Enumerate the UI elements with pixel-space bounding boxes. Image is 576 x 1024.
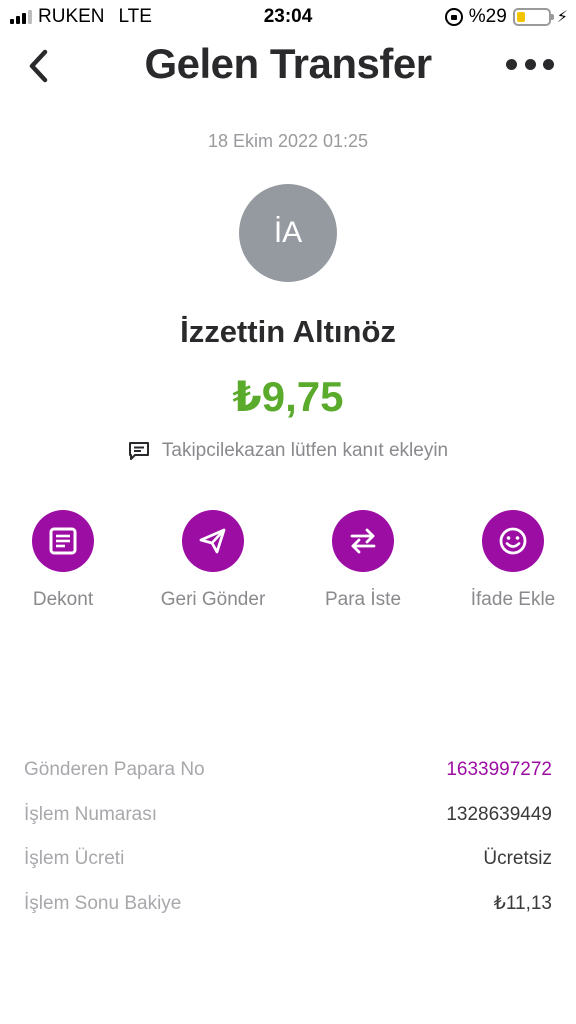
more-dot bbox=[543, 58, 554, 70]
detail-row-balance: İşlem Sonu Bakiye ₺11,13 bbox=[24, 882, 552, 927]
comment-icon bbox=[128, 442, 149, 460]
nav-bar: Gelen Transfer bbox=[0, 38, 576, 94]
sender-name: İzzettin Altınöz bbox=[180, 314, 396, 349]
request-money-button[interactable]: Para İste bbox=[293, 510, 433, 611]
request-money-button-circle[interactable] bbox=[332, 510, 394, 572]
transaction-details: Gönderen Papara No 1633997272 İşlem Numa… bbox=[24, 748, 552, 926]
battery-icon bbox=[512, 8, 554, 26]
transaction-date: 18 Ekim 2022 01:25 bbox=[207, 131, 369, 151]
status-right: %29 ⚡ bbox=[444, 6, 568, 28]
send-icon bbox=[199, 528, 226, 554]
send-back-button[interactable]: Geri Gönder bbox=[143, 510, 283, 611]
receipt-button[interactable]: Dekont bbox=[0, 510, 133, 611]
detail-value: Ücretsiz bbox=[483, 848, 552, 870]
smiley-icon bbox=[499, 527, 527, 555]
sender-papara-no-link[interactable]: 1633997272 bbox=[446, 759, 552, 781]
receipt-icon bbox=[49, 527, 77, 555]
detail-row-fee: İşlem Ücreti Ücretsiz bbox=[24, 837, 552, 882]
detail-key: İşlem Ücreti bbox=[24, 848, 125, 870]
avatar-initials: İA bbox=[273, 216, 303, 249]
send-back-button-circle[interactable] bbox=[182, 510, 244, 572]
battery-percent: %29 bbox=[468, 6, 507, 27]
add-reaction-button-circle[interactable] bbox=[482, 510, 544, 572]
add-reaction-button-label: İfade Ekle bbox=[470, 589, 556, 610]
send-back-button-label: Geri Gönder bbox=[160, 589, 266, 610]
charging-bolt-icon: ⚡ bbox=[556, 9, 568, 26]
detail-value: ₺11,13 bbox=[493, 893, 552, 915]
add-reaction-button[interactable]: İfade Ekle bbox=[443, 510, 576, 611]
more-dot bbox=[506, 58, 517, 70]
transfer-amount: ₺9,75 bbox=[232, 373, 344, 420]
orientation-lock-icon bbox=[444, 8, 463, 26]
detail-row-transaction-no: İşlem Numarası 1328639449 bbox=[24, 793, 552, 838]
detail-key: İşlem Numarası bbox=[24, 803, 158, 825]
more-dot bbox=[524, 58, 536, 70]
detail-key: İşlem Sonu Bakiye bbox=[24, 892, 182, 914]
status-bar: RUKEN LTE 23:04 %29 ⚡ bbox=[0, 0, 576, 34]
more-options-button[interactable] bbox=[506, 52, 554, 76]
battery-level bbox=[516, 12, 526, 22]
request-money-button-label: Para İste bbox=[324, 589, 402, 610]
detail-row-sender-no: Gönderen Papara No 1633997272 bbox=[24, 748, 552, 793]
transaction-note: Takipcilekazan lütfen kanıt ekleyin bbox=[0, 440, 576, 462]
action-bar: Dekont Geri Gönder Para İste İfade Ekle bbox=[0, 510, 576, 620]
note-text: Takipcilekazan lütfen kanıt ekleyin bbox=[161, 440, 449, 461]
page-title: Gelen Transfer bbox=[144, 40, 432, 87]
receipt-button-label: Dekont bbox=[32, 589, 94, 610]
detail-key: Gönderen Papara No bbox=[24, 759, 205, 781]
receipt-button-circle[interactable] bbox=[32, 510, 94, 572]
avatar: İA bbox=[239, 184, 337, 282]
detail-value: 1328639449 bbox=[446, 803, 552, 825]
swap-arrows-icon bbox=[350, 528, 376, 554]
